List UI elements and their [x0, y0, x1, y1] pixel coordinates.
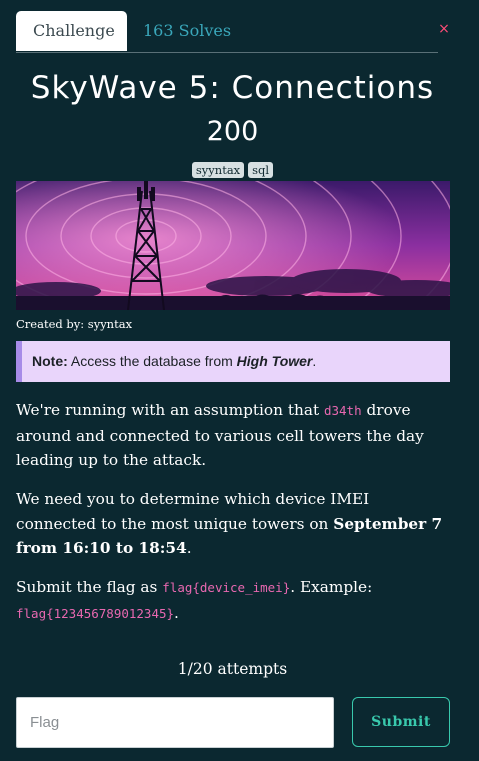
tab-solves[interactable]: 163 Solves — [126, 11, 248, 51]
cell-tower-banner-illustration — [16, 181, 450, 310]
inline-code: flag{device_imei} — [162, 580, 291, 595]
tab-challenge[interactable]: Challenge — [16, 11, 127, 51]
submit-button[interactable]: Submit — [352, 697, 450, 747]
text: . — [174, 603, 179, 622]
tab-bar: Challenge 163 Solves — [16, 11, 438, 53]
note-label: Note: — [32, 353, 68, 369]
challenge-value: 200 — [206, 116, 259, 147]
note-callout: Note: Access the database from High Towe… — [16, 341, 450, 382]
close-icon[interactable]: × — [437, 22, 451, 36]
description-paragraph-1: We're running with an assumption that d3… — [16, 398, 450, 473]
text: . Example: — [290, 578, 373, 596]
description-paragraph-3: Submit the flag as flag{device_imei}. Ex… — [16, 575, 450, 626]
tag: syyntax — [191, 162, 245, 178]
text: We need you to determine which device IM… — [16, 490, 370, 533]
note-text: Access the database from — [70, 353, 233, 369]
created-by: Created by: syyntax — [16, 317, 133, 331]
challenge-banner-image — [16, 181, 450, 310]
text: We're running with an assumption that — [16, 401, 320, 419]
note-end: . — [312, 353, 317, 369]
flag-input[interactable] — [16, 697, 334, 748]
attempts-counter: 1/20 attempts — [177, 660, 288, 678]
description-paragraph-2: We need you to determine which device IM… — [16, 487, 450, 561]
tag: sql — [248, 162, 274, 178]
text: . — [186, 539, 192, 557]
inline-code: d34th — [323, 403, 362, 418]
note-database-name: High Tower — [236, 353, 313, 369]
tag-list: syyntax sql — [0, 162, 465, 178]
text: Submit the flag as — [16, 578, 158, 596]
inline-code: flag{123456789012345} — [16, 605, 175, 621]
challenge-title: SkyWave 5: Connections — [30, 70, 435, 106]
